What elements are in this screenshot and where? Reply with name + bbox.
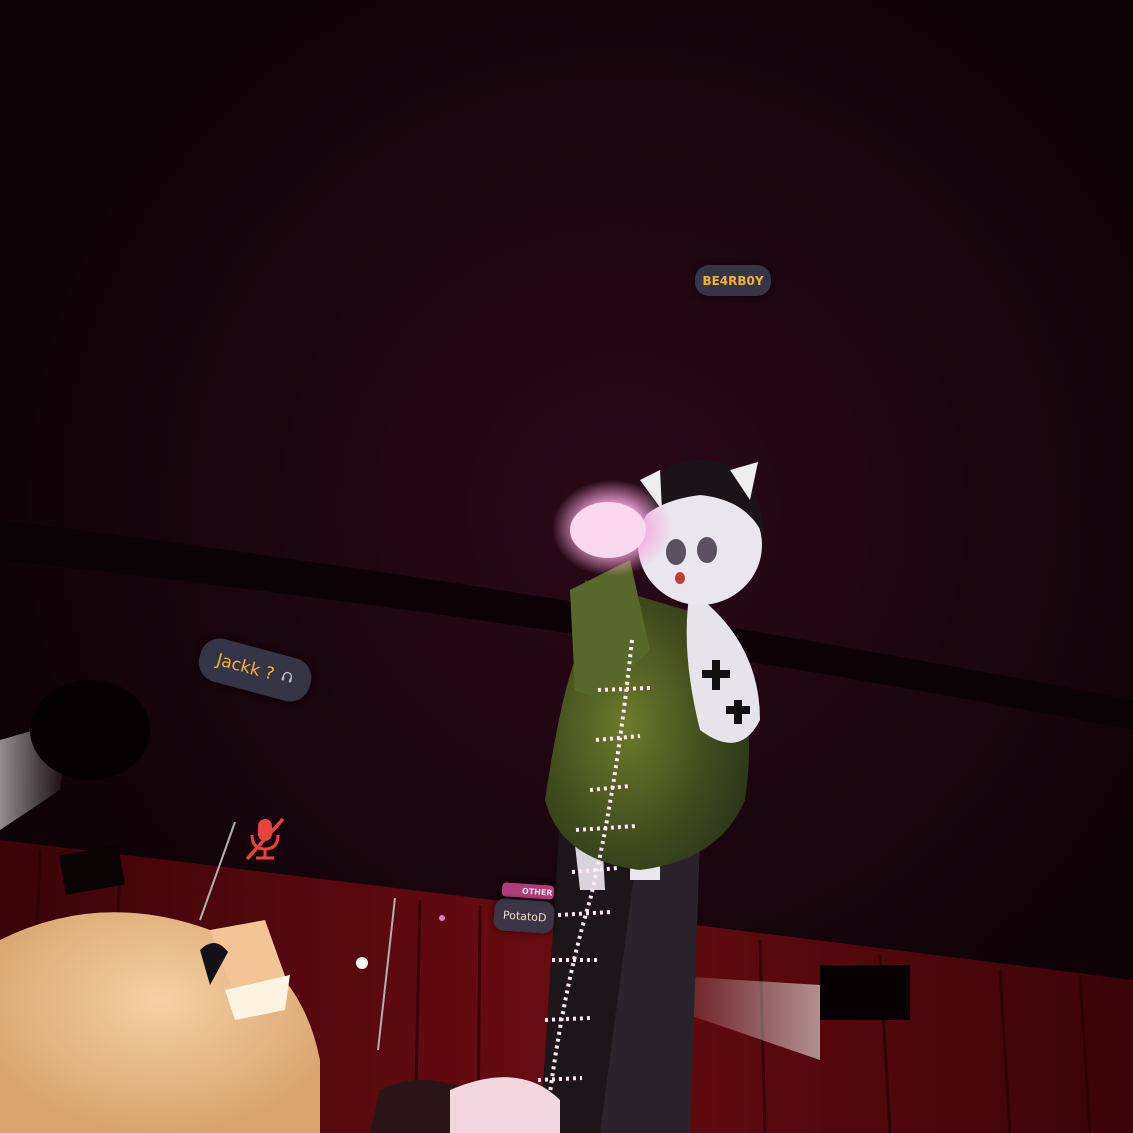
nameplate-bear-label: BE4RB0Y xyxy=(702,273,764,288)
stage-lamp xyxy=(439,915,445,921)
nameplate-potato-label: PotatoD xyxy=(502,908,547,925)
game-scene xyxy=(0,0,1133,1133)
microphone-muted-icon xyxy=(243,815,287,863)
nameplate-jack-label: Jackk ? xyxy=(214,650,277,685)
nameplate-bear[interactable]: BE4RB0Y xyxy=(695,265,771,296)
headphones-icon xyxy=(279,669,295,688)
rank-badge-label: OTHER xyxy=(521,886,553,898)
nameplate-potato[interactable]: PotatoD xyxy=(492,897,556,935)
spotlight-dot xyxy=(356,957,368,969)
